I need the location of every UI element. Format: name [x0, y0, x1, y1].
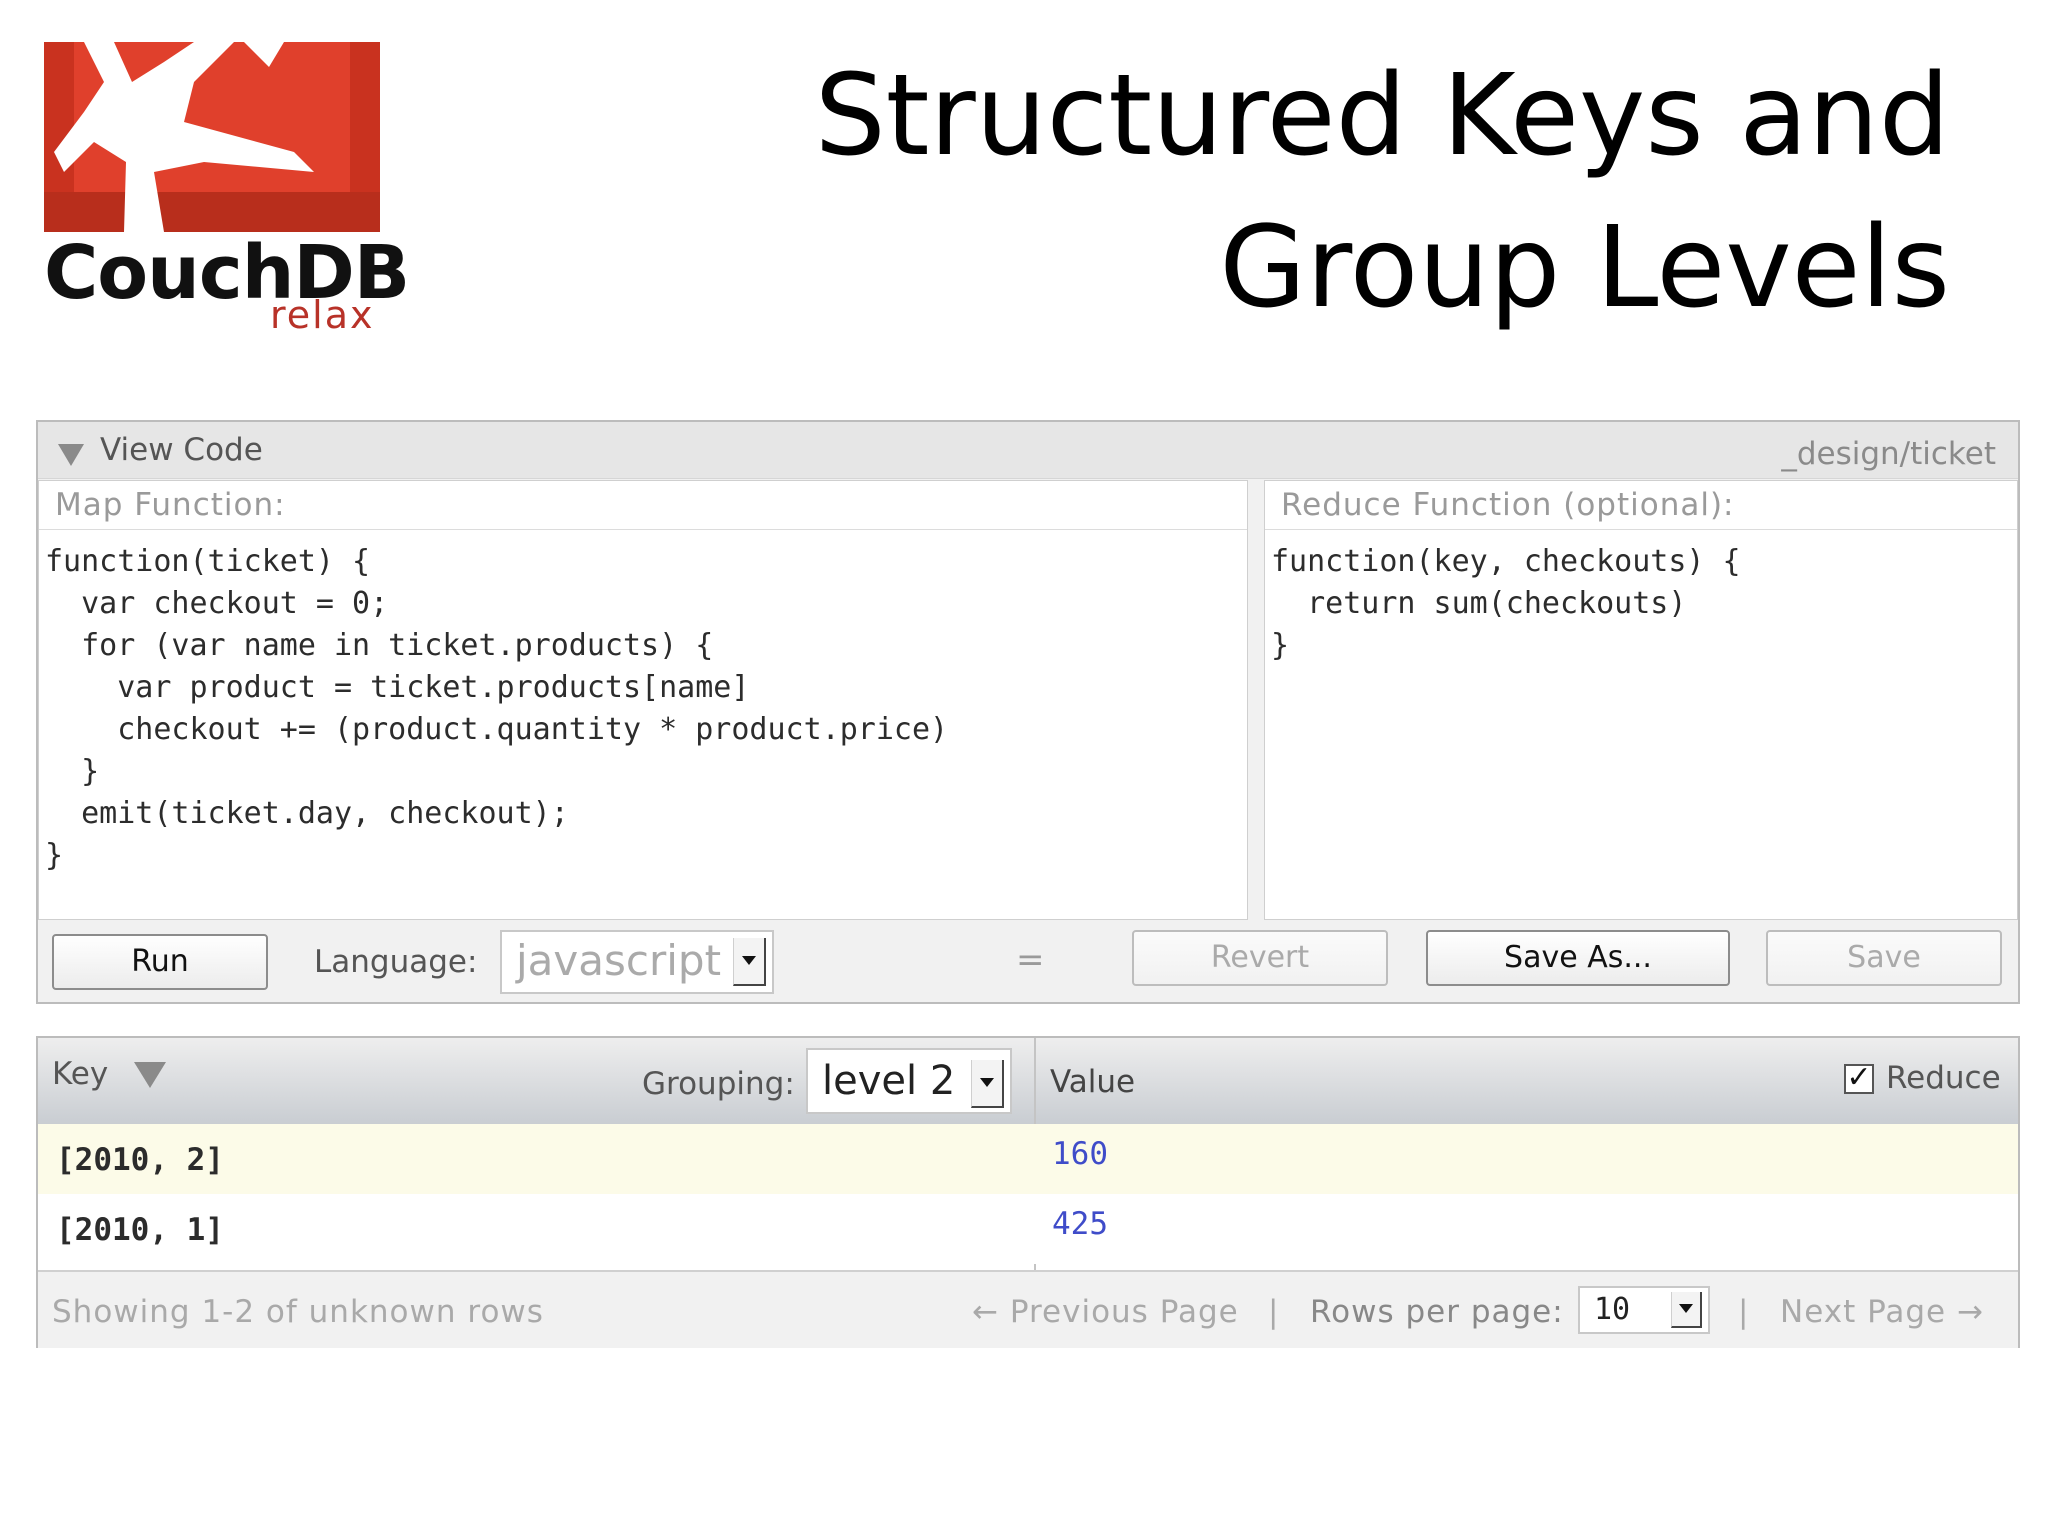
grouping-dropdown-toggle[interactable] — [971, 1060, 1004, 1108]
map-function-label: Map Function: — [55, 487, 286, 523]
slide-title-line-2: Group Levels — [1219, 203, 1950, 333]
grouping-select-value: level 2 — [822, 1058, 956, 1104]
view-code-toolbar: Run Language: javascript = Revert Save A… — [38, 922, 2018, 1002]
revert-button[interactable]: Revert — [1132, 930, 1388, 986]
row-key: [2010, 1] — [56, 1212, 224, 1248]
design-doc-path: _design/ticket — [1781, 436, 1996, 472]
rows-per-page-label: Rows per page: — [1310, 1294, 1564, 1330]
language-label: Language: — [314, 944, 478, 980]
dropdown-caret-icon — [1679, 1304, 1693, 1313]
grouping-select[interactable]: level 2 — [806, 1048, 1012, 1114]
reduce-function-editor[interactable]: Reduce Function (optional): function(key… — [1264, 480, 2018, 920]
collapse-triangle-icon[interactable] — [58, 444, 84, 466]
sort-triangle-icon[interactable] — [134, 1062, 166, 1088]
reduce-function-code[interactable]: function(key, checkouts) { return sum(ch… — [1271, 541, 1741, 667]
results-header: Key Grouping: level 2 Value ✓ Reduce — [38, 1038, 2018, 1126]
dropdown-caret-icon — [742, 956, 756, 965]
reduce-checkbox[interactable]: ✓ — [1844, 1063, 1874, 1094]
key-column-header[interactable]: Key — [52, 1056, 108, 1092]
slide-title: Structured Keys and Group Levels — [815, 40, 1950, 344]
pagination-footer: Showing 1-2 of unknown rows ← Previous P… — [38, 1270, 2018, 1348]
run-button[interactable]: Run — [52, 934, 268, 990]
previous-page-link[interactable]: ← Previous Page — [972, 1294, 1239, 1330]
language-select[interactable]: javascript — [500, 930, 774, 994]
map-function-editor[interactable]: Map Function: function(ticket) { var che… — [38, 480, 1248, 920]
language-select-value: javascript — [516, 936, 722, 985]
row-count-status: Showing 1-2 of unknown rows — [52, 1294, 544, 1330]
row-value[interactable]: 160 — [1052, 1136, 1108, 1172]
reduce-label[interactable]: Reduce — [1886, 1060, 2001, 1096]
dropdown-caret-icon — [980, 1078, 994, 1087]
table-row[interactable]: [2010, 1] 425 — [38, 1194, 2018, 1264]
rows-per-page-value: 10 — [1594, 1292, 1631, 1327]
pagination-separator: | — [1738, 1294, 1750, 1330]
checkbox-checked-icon: ✓ — [1846, 1060, 1872, 1095]
resize-handle[interactable]: = — [1016, 940, 1045, 980]
table-row[interactable]: [2010, 2] 160 — [38, 1124, 2018, 1195]
view-code-header[interactable]: View Code _design/ticket — [38, 422, 2018, 479]
row-value[interactable]: 425 — [1052, 1206, 1108, 1242]
language-dropdown-toggle[interactable] — [733, 938, 766, 986]
save-as-button[interactable]: Save As... — [1426, 930, 1730, 986]
map-function-code[interactable]: function(ticket) { var checkout = 0; for… — [45, 541, 948, 877]
logo-tagline: relax — [270, 293, 375, 337]
slide-title-line-1: Structured Keys and — [814, 51, 1950, 181]
save-button[interactable]: Save — [1766, 930, 2002, 986]
grouping-label: Grouping: — [642, 1066, 795, 1102]
rows-per-page-select[interactable]: 10 — [1578, 1286, 1710, 1334]
results-table: Key Grouping: level 2 Value ✓ Reduce [20… — [36, 1036, 2020, 1348]
pagination-separator: | — [1268, 1294, 1280, 1330]
next-page-link[interactable]: Next Page → — [1780, 1294, 1984, 1330]
row-key: [2010, 2] — [56, 1142, 224, 1178]
view-code-panel: View Code _design/ticket Map Function: f… — [36, 420, 2020, 1004]
view-code-title[interactable]: View Code — [100, 432, 263, 468]
value-column-header: Value — [1050, 1064, 1136, 1100]
reduce-function-label: Reduce Function (optional): — [1281, 487, 1735, 523]
rows-dropdown-toggle[interactable] — [1671, 1292, 1702, 1328]
